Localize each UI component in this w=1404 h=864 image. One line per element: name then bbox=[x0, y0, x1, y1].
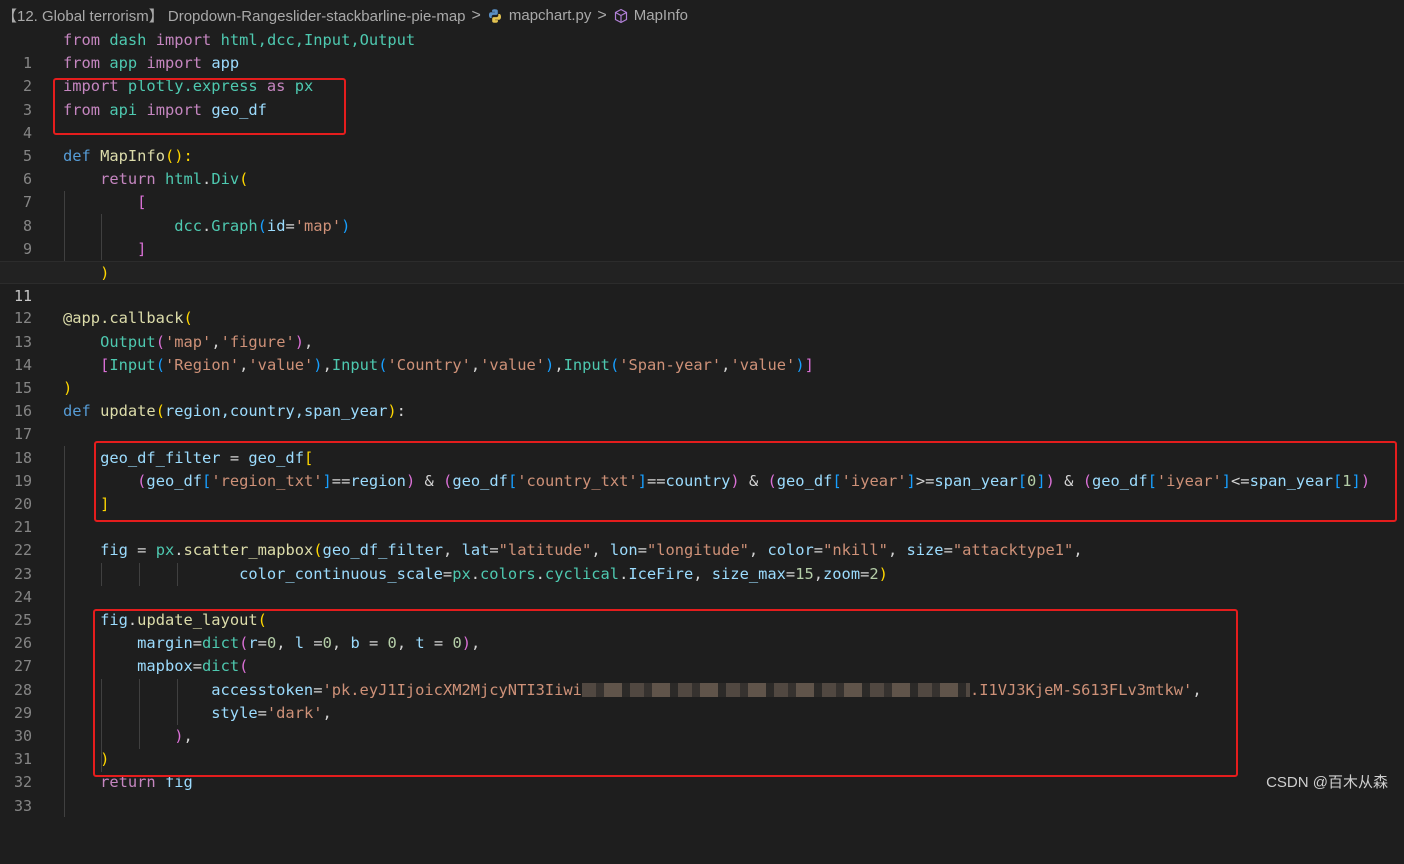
breadcrumb-symbol-label: MapInfo bbox=[633, 7, 688, 24]
breadcrumb-file-label: mapchart.py bbox=[508, 7, 592, 24]
watermark: CSDN @百木从森 bbox=[1266, 774, 1388, 791]
code-line[interactable]: 15 [Input('Region','value'),Input('Count… bbox=[0, 354, 1404, 397]
code-line[interactable]: 21 ] bbox=[0, 493, 1404, 536]
code-line[interactable]: 16 ) bbox=[0, 377, 1404, 420]
code-line[interactable]: 9 dcc.Graph(id='map') bbox=[0, 215, 1404, 258]
code-line[interactable]: 7 return html.Div( bbox=[0, 168, 1404, 211]
breadcrumb: 【12. Global terrorism】 Dropdown-Rangesli… bbox=[0, 0, 1404, 31]
code-line[interactable]: 5 bbox=[0, 122, 1404, 165]
code-line[interactable]: 8 [ bbox=[0, 191, 1404, 234]
code-line[interactable]: 33 return fig bbox=[0, 771, 1404, 814]
code-line[interactable]: 32 ) bbox=[0, 748, 1404, 791]
chevron-right-icon: > bbox=[471, 6, 481, 24]
line-number: 33 bbox=[13, 796, 32, 815]
code-line[interactable]: 22 bbox=[0, 516, 1404, 559]
redacted-token-blur bbox=[581, 683, 970, 698]
code-line[interactable]: 3 import plotly.express as px bbox=[0, 75, 1404, 118]
code-line[interactable]: 2 from app import app bbox=[0, 52, 1404, 95]
breadcrumb-symbol[interactable]: MapInfo bbox=[613, 7, 688, 24]
code-line[interactable]: 12 bbox=[0, 284, 1404, 327]
code-line[interactable]: 25 bbox=[0, 586, 1404, 629]
code-line[interactable]: 20 (geo_df['region_txt']==region) & (geo… bbox=[0, 470, 1404, 513]
code-line[interactable]: 6 def MapInfo(): bbox=[0, 145, 1404, 188]
code-line[interactable]: 26 fig.update_layout( bbox=[0, 609, 1404, 652]
code-line[interactable]: 19 geo_df_filter = geo_df[ bbox=[0, 447, 1404, 490]
code-line[interactable]: 13 @app.callback( bbox=[0, 307, 1404, 350]
code-editor[interactable]: 1 from dash import html,dcc,Input,Output… bbox=[0, 29, 1404, 817]
code-line[interactable]: 29 accesstoken='pk.eyJ1IjoicXM2MjcyNTI3I… bbox=[0, 679, 1404, 722]
code-line[interactable]: 10 ] bbox=[0, 238, 1404, 281]
code-line[interactable]: 17 def update(region,country,span_year): bbox=[0, 400, 1404, 443]
code-line[interactable]: 18 bbox=[0, 423, 1404, 467]
python-file-icon bbox=[488, 8, 501, 23]
chevron-right-icon: > bbox=[597, 6, 607, 24]
code-line[interactable]: 28 mapbox=dict( bbox=[0, 655, 1404, 698]
code-line[interactable]: 30 style='dark', bbox=[0, 702, 1404, 745]
code-line[interactable]: 4 from api import geo_df bbox=[0, 99, 1404, 142]
code-line-current[interactable]: 11 ) bbox=[0, 261, 1404, 305]
code-line[interactable]: 24 color_continuous_scale=px.colors.cycl… bbox=[0, 563, 1404, 606]
code-line[interactable]: 1 from dash import html,dcc,Input,Output bbox=[0, 29, 1404, 72]
code-line[interactable]: 23 fig = px.scatter_mapbox(geo_df_filter… bbox=[0, 539, 1404, 582]
code-line[interactable]: 31 ), bbox=[0, 725, 1404, 768]
code-line[interactable]: 27 margin=dict(r=0, l =0, b = 0, t = 0), bbox=[0, 632, 1404, 675]
code-line[interactable]: 14 Output('map','figure'), bbox=[0, 331, 1404, 374]
breadcrumb-folder[interactable]: 【12. Global terrorism】 Dropdown-Rangesli… bbox=[2, 5, 466, 26]
method-cube-icon bbox=[614, 8, 627, 23]
breadcrumb-file[interactable]: mapchart.py bbox=[487, 7, 592, 24]
